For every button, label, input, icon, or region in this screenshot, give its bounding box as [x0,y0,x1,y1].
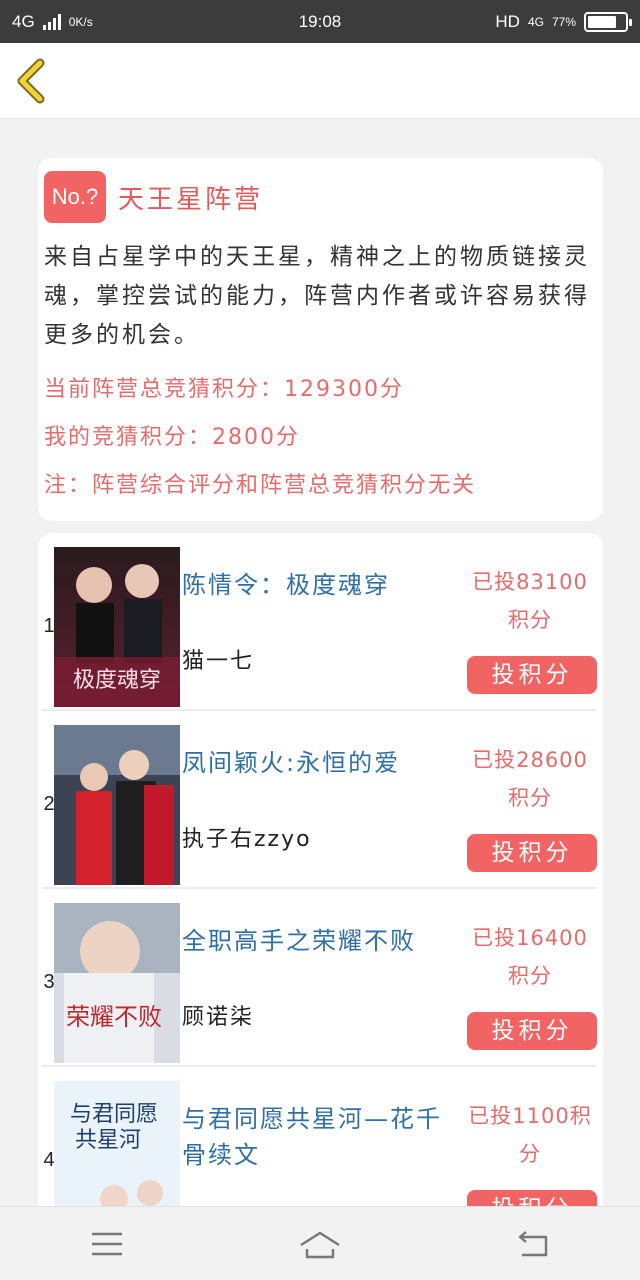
camp-description: 来自占星学中的天王星，精神之上的物质链接灵魂，掌控尝试的能力，阵营内作者或许容易… [44,244,590,348]
list-item[interactable]: 3 荣耀不败 全职高手之荣耀不败 顾诺柒 已投16400 积分 投积分 [38,889,603,1067]
network2-label: 4G [527,14,544,29]
battery-percent: 77% [551,14,576,29]
book-author: 顾诺柒 [182,1005,255,1030]
list-item[interactable]: 1 极度魂穿 陈情令：极度魂穿 猫一七 已投83100 积分 投积分 [38,533,603,711]
vote-points-button[interactable]: 投积分 [467,834,597,872]
camp-total-points: 当前阵营总竞猜积分：129300分 [44,377,404,402]
return-icon [519,1230,548,1256]
status-bar: 4G 0K/s 19:08 HD 4G 77% [0,0,640,43]
battery-icon [584,11,632,32]
voted-points-line1: 已投1100积 [468,1104,592,1128]
rank-badge: No.? [44,171,106,223]
voted-points-line2: 积分 [508,608,552,632]
return-button[interactable] [503,1219,563,1269]
home-button[interactable] [290,1219,350,1269]
voted-points-line1: 已投16400 [472,926,588,950]
svg-text:共星河: 共星河 [75,1128,141,1153]
signal-icon [42,13,61,30]
home-icon [300,1231,340,1258]
book-title[interactable]: 全职高手之荣耀不败 [182,923,462,959]
book-title[interactable]: 与君同愿共星河—花千骨续文 [182,1101,462,1173]
book-title[interactable]: 陈情令：极度魂穿 [182,567,462,603]
top-header [0,43,640,119]
book-cover: 荣耀不败 [54,903,180,1063]
network-speed: 0K/s [68,14,93,29]
vote-points-button[interactable]: 投积分 [467,1012,597,1050]
camp-name: 天王星阵营 [118,184,264,215]
status-left: 4G 0K/s [12,12,93,32]
camp-info-card: No.? 天王星阵营 来自占星学中的天王星，精神之上的物质链接灵魂，掌控尝试的能… [38,158,603,521]
list-item[interactable]: 2 凤间颖火:永恒的爱 执子右zzyo 已投28600 积分 投积分 [38,711,603,889]
voted-points: 已投83100 积分 [468,563,592,639]
book-author: 猫一七 [182,649,255,674]
camp-header: No.? 天王星阵营 [44,170,595,224]
menu-button[interactable] [77,1219,137,1269]
voted-points: 已投16400 积分 [468,919,592,995]
book-ranking-list: 1 极度魂穿 陈情令：极度魂穿 猫一七 已投83100 积分 投积分 2 凤间颖… [38,533,603,1233]
voted-points-line1: 已投83100 [472,570,588,594]
chevron-left-icon [17,58,45,104]
menu-icon [91,1232,122,1255]
camp-note: 注：阵营综合评分和阵营总竞猜积分无关 [44,473,477,498]
status-right: HD 4G 77% [495,11,632,32]
voted-points-line2: 积分 [508,964,552,988]
voted-points-line2: 分 [519,1142,541,1166]
back-button[interactable] [14,57,54,105]
my-points: 我的竞猜积分：2800分 [44,425,300,450]
hd-label: HD [495,11,520,31]
svg-text:荣耀不败: 荣耀不败 [66,1003,162,1031]
voted-points: 已投28600 积分 [468,741,592,817]
network-label: 4G [12,11,35,31]
svg-text:极度魂穿: 极度魂穿 [73,668,161,693]
book-cover: 极度魂穿 [54,547,180,707]
book-title[interactable]: 凤间颖火:永恒的爱 [182,745,462,781]
svg-text:与君同愿: 与君同愿 [70,1102,158,1127]
vote-points-button[interactable]: 投积分 [467,656,597,694]
book-author: 执子右zzyo [182,827,312,852]
system-nav-bar [0,1206,640,1280]
voted-points-line2: 积分 [508,786,552,810]
voted-points-line1: 已投28600 [472,748,588,772]
voted-points: 已投1100积 分 [468,1097,592,1173]
book-cover [54,725,180,885]
